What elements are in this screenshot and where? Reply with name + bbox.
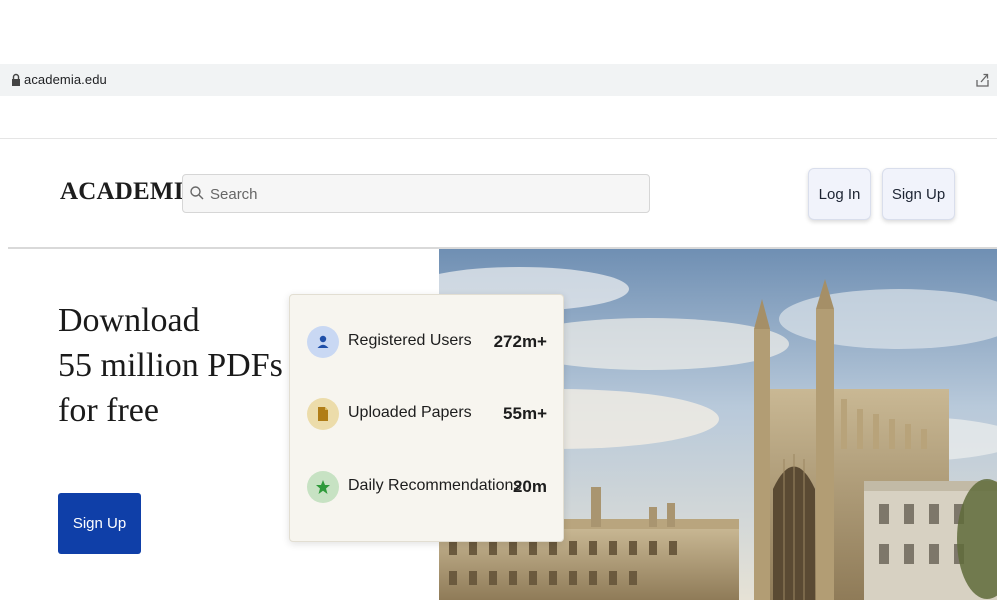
lock-icon [12, 73, 20, 86]
address-url-text: academia.edu [24, 72, 107, 87]
share-icon[interactable] [974, 71, 992, 89]
star-icon [316, 480, 330, 494]
hero-title-line: Download [58, 302, 200, 339]
stat-label: Registered Users [348, 332, 472, 349]
hero-title: Download 55 million PDFs for free [58, 298, 283, 433]
header-signup-button[interactable]: Sign Up [882, 168, 955, 220]
search-box[interactable] [182, 174, 650, 213]
divider [0, 138, 997, 139]
document-icon [318, 407, 328, 421]
stat-value: 272m+ [493, 332, 547, 351]
user-icon [317, 335, 329, 348]
stat-icon-badge [307, 326, 339, 358]
stat-row-daily-recommendations: Daily Recommendations 20m [290, 467, 565, 517]
login-button[interactable]: Log In [808, 168, 871, 220]
hero-signup-label: Sign Up [72, 515, 127, 532]
hero-title-line: for free [58, 392, 159, 429]
login-button-label: Log In [818, 185, 861, 203]
stat-row-registered-users: Registered Users 272m+ [290, 322, 565, 372]
stat-icon-badge [307, 398, 339, 430]
stat-icon-badge [307, 471, 339, 503]
hero-signup-button[interactable]: Sign Up [58, 493, 141, 554]
stat-label: Uploaded Papers [348, 404, 472, 421]
stat-row-uploaded-papers: Uploaded Papers 55m+ [290, 394, 565, 444]
stat-label: Daily Recommendations [348, 477, 522, 494]
header-signup-label: Sign Up [891, 185, 946, 203]
site-logo[interactable]: ACADEMIA [60, 178, 202, 206]
search-icon [190, 186, 204, 200]
hero-title-line: 55 million PDFs [58, 347, 283, 384]
browser-address-bar[interactable]: academia.edu [0, 64, 997, 96]
stat-value: 55m+ [503, 404, 547, 423]
search-input[interactable] [208, 176, 642, 213]
stat-value: 20m [512, 477, 547, 496]
stats-card: Registered Users 272m+ Uploaded Papers 5… [289, 294, 564, 542]
